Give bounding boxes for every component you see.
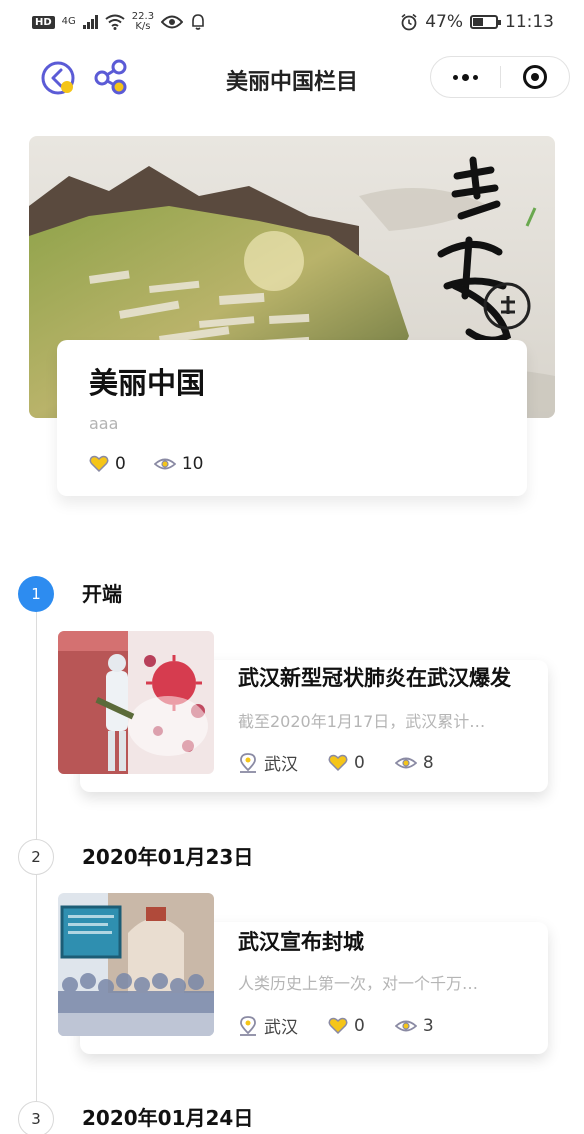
eye-icon [394, 757, 417, 768]
view-count: 10 [181, 454, 204, 474]
hero-info-card[interactable]: 美丽中国 aaa 0 10 [57, 340, 527, 496]
timeline-label: 开端 [82, 582, 122, 606]
location-pin-icon [240, 1015, 256, 1036]
nav-bar: 美丽中国栏目 [0, 44, 584, 114]
miniapp-capsule [430, 56, 570, 98]
timeline-label: 2020年01月23日 [82, 845, 254, 869]
event-meta: 武汉 0 3 [238, 1013, 464, 1038]
view-stat: 10 [153, 454, 204, 474]
event-thumbnail-disinfection[interactable] [58, 631, 214, 774]
event-title[interactable]: 武汉宣布封城 [238, 926, 364, 956]
like-stat[interactable]: 0 [89, 454, 126, 474]
view-stat: 3 [394, 1015, 434, 1036]
location-tag: 武汉 [238, 750, 298, 775]
event-meta: 武汉 0 8 [238, 750, 464, 775]
location-name: 武汉 [264, 755, 298, 775]
like-stat[interactable]: 0 [328, 753, 365, 773]
battery-icon [470, 15, 501, 29]
battery-percent: 47% [425, 12, 463, 32]
like-count: 0 [354, 752, 365, 773]
event-description: 人类历史上第一次，对一个千万… [238, 974, 479, 993]
event-description: 截至2020年1月17日，武汉累计… [238, 712, 486, 731]
timeline-node-2: 2 [18, 839, 54, 875]
event-thumbnail-station[interactable] [58, 893, 214, 1036]
eye-icon [161, 15, 184, 29]
wifi-icon [105, 14, 125, 30]
alarm-icon [401, 13, 417, 31]
like-count: 0 [354, 1015, 365, 1036]
clock: 11:13 [505, 12, 554, 32]
view-count: 8 [422, 752, 434, 773]
signal-icon [82, 15, 98, 29]
close-miniapp-icon[interactable] [501, 57, 570, 97]
status-bar: HD 4G 22.3 K/s 47% 11:13 [0, 0, 584, 44]
bell-icon [192, 14, 204, 30]
location-name: 武汉 [264, 1018, 298, 1038]
timeline-node-1: 1 [18, 576, 54, 612]
location-pin-icon [240, 752, 256, 773]
eye-icon [153, 458, 176, 470]
like-count: 0 [115, 454, 126, 474]
event-title[interactable]: 武汉新型冠状肺炎在武汉爆发 [238, 662, 511, 692]
more-icon[interactable] [431, 57, 500, 97]
like-stat[interactable]: 0 [328, 1016, 365, 1036]
heart-icon [328, 1017, 348, 1034]
heart-icon [89, 455, 109, 473]
eye-icon [394, 1020, 417, 1031]
hero-stats: 0 10 [89, 454, 231, 474]
hero-title: 美丽中国 [89, 366, 206, 400]
hd-badge: HD [32, 15, 55, 29]
heart-icon [328, 754, 348, 771]
network-label: 4G [61, 16, 76, 27]
view-count: 3 [422, 1015, 434, 1036]
view-stat: 8 [394, 752, 434, 773]
timeline-label: 2020年01月24日 [82, 1106, 254, 1130]
hero-description: aaa [89, 414, 119, 433]
timeline-node-3: 3 [18, 1101, 54, 1134]
speed-unit: K/s [135, 21, 151, 32]
network-speed: 22.3 K/s [132, 12, 154, 32]
location-tag: 武汉 [238, 1013, 298, 1038]
